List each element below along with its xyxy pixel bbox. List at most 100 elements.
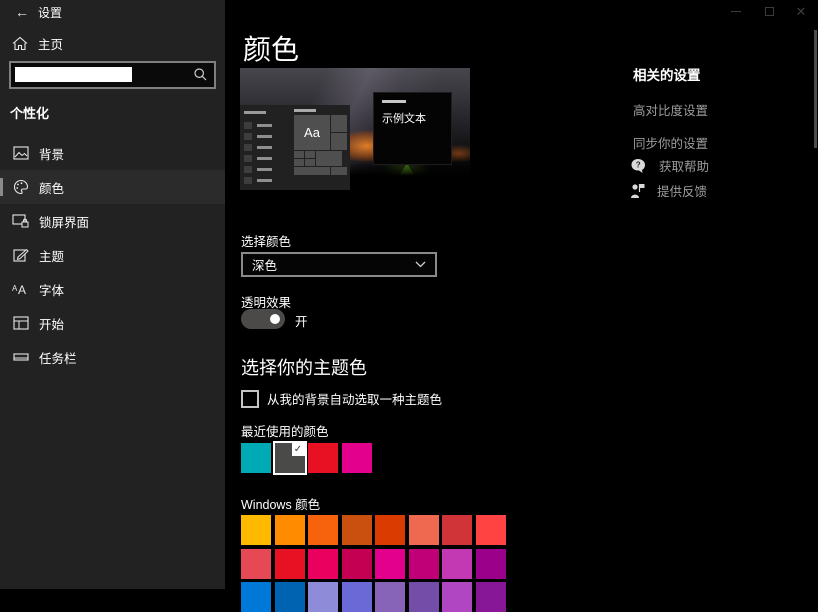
windows-color-swatch[interactable] (241, 582, 271, 612)
recent-color-swatch[interactable] (341, 443, 372, 473)
sidebar-item-start[interactable]: 开始 (0, 306, 225, 340)
sidebar-item-taskbar[interactable]: 任务栏 (0, 340, 225, 374)
sidebar-item-label: 主题 (39, 249, 65, 264)
windows-color-swatch[interactable] (341, 582, 372, 612)
close-button[interactable]: ✕ (785, 0, 817, 22)
recent-colors-label: 最近使用的颜色 (241, 425, 329, 439)
chevron-down-icon (415, 261, 426, 268)
windows-color-swatch[interactable] (475, 548, 506, 579)
related-settings-header: 相关的设置 (633, 68, 701, 83)
auto-accent-checkbox[interactable] (241, 389, 259, 408)
sidebar-item-themes[interactable]: 主题 (0, 238, 225, 272)
recent-colors-row: ✓ (241, 443, 372, 473)
windows-color-swatch[interactable] (442, 548, 472, 579)
accent-section-title: 选择你的主题色 (241, 358, 367, 378)
maximize-icon (764, 6, 774, 16)
colors-palette-icon (12, 179, 29, 196)
high-contrast-link[interactable]: 高对比度设置 (633, 100, 803, 119)
windows-color-swatch[interactable] (475, 515, 506, 545)
toggle-knob (270, 314, 280, 324)
svg-text:?: ? (636, 160, 641, 169)
selected-check-icon: ✓ (291, 443, 305, 456)
minimize-button[interactable] (720, 0, 752, 22)
color-mode-dropdown[interactable]: 深色 (241, 252, 437, 277)
windows-color-swatch[interactable] (308, 515, 338, 545)
windows-color-swatch[interactable] (241, 515, 271, 545)
color-mode-label: 选择颜色 (241, 235, 292, 249)
app-title: 设置 (38, 6, 63, 20)
fonts-icon: AA (12, 281, 29, 298)
back-button[interactable]: ← (10, 2, 34, 22)
sidebar-item-label: 颜色 (39, 181, 65, 196)
sidebar-item-home[interactable]: 主页 (0, 30, 225, 56)
page-title: 颜色 (243, 34, 300, 65)
search-icon[interactable] (193, 67, 208, 82)
search-redacted-text (15, 67, 132, 82)
windows-color-swatch[interactable] (308, 582, 338, 612)
sync-settings-link[interactable]: 同步你的设置 (633, 133, 803, 152)
theme-preview-image: Aa 示例文本 (240, 68, 470, 190)
sidebar-section-header: 个性化 (10, 106, 50, 121)
windows-color-swatch[interactable] (442, 582, 472, 612)
maximize-button[interactable] (753, 0, 785, 22)
windows-color-swatch[interactable] (241, 548, 271, 579)
windows-color-swatch[interactable] (375, 582, 405, 612)
sidebar-home-label: 主页 (38, 37, 64, 52)
get-help-label: 获取帮助 (659, 160, 710, 174)
recent-color-swatch[interactable]: ✓ (274, 443, 305, 473)
sidebar-item-colors[interactable]: 颜色 (0, 170, 225, 204)
windows-color-swatch[interactable] (341, 515, 372, 545)
sidebar-item-label: 任务栏 (39, 351, 77, 366)
svg-text:A: A (18, 283, 26, 296)
recent-color-swatch[interactable] (308, 443, 338, 473)
sidebar-item-label: 背景 (39, 147, 65, 162)
preview-mini-window: Aa (240, 105, 350, 190)
search-input[interactable] (9, 61, 216, 89)
recent-color-swatch[interactable] (241, 443, 271, 473)
sidebar: ← 设置 主页 个性化 背景 颜色 锁屏界面 主题 A A 字体 开始 任务栏 (0, 0, 225, 589)
start-icon (12, 315, 29, 332)
windows-color-swatch[interactable] (408, 515, 439, 545)
background-image-icon (12, 145, 29, 162)
get-help-icon: ? (630, 158, 647, 174)
sidebar-item-label: 锁屏界面 (39, 215, 90, 230)
sidebar-item-lockscreen[interactable]: 锁屏界面 (0, 204, 225, 238)
windows-color-swatch[interactable] (408, 582, 439, 612)
feedback-label: 提供反馈 (657, 185, 708, 199)
preview-nav-skeleton (244, 111, 272, 188)
scrollbar-thumb[interactable] (814, 30, 817, 148)
windows-color-swatch[interactable] (341, 548, 372, 579)
sidebar-item-background[interactable]: 背景 (0, 136, 225, 170)
windows-color-swatch[interactable] (375, 548, 405, 579)
taskbar-icon (12, 349, 29, 366)
color-mode-value: 深色 (252, 259, 278, 273)
auto-accent-row: 从我的背景自动选取一种主题色 (241, 389, 442, 408)
minimize-icon (731, 10, 741, 12)
feedback-icon (630, 183, 645, 199)
lock-screen-icon (12, 213, 29, 230)
windows-color-swatch[interactable] (274, 515, 305, 545)
close-icon: ✕ (795, 3, 807, 19)
transparency-toggle[interactable] (241, 309, 285, 329)
windows-color-swatch[interactable] (375, 515, 405, 545)
sample-text: 示例文本 (382, 113, 426, 125)
windows-color-swatch[interactable] (408, 548, 439, 579)
windows-colors-grid (241, 515, 506, 612)
windows-color-swatch[interactable] (274, 582, 305, 612)
windows-color-swatch[interactable] (475, 582, 506, 612)
sidebar-item-label: 字体 (39, 283, 65, 298)
sidebar-nav: 背景 颜色 锁屏界面 主题 AA 字体 开始 任务栏 (0, 136, 225, 374)
get-help-link[interactable]: ? 获取帮助 (630, 156, 709, 175)
preview-tiles: Aa (294, 109, 347, 175)
popup-title-bar (382, 100, 406, 103)
windows-colors-label: Windows 颜色 (241, 498, 321, 512)
auto-accent-label: 从我的背景自动选取一种主题色 (267, 393, 443, 407)
windows-color-swatch[interactable] (442, 515, 472, 545)
feedback-link[interactable]: 提供反馈 (630, 181, 707, 200)
sidebar-item-fonts[interactable]: AA 字体 (0, 272, 225, 306)
sidebar-item-label: 开始 (39, 317, 65, 332)
windows-color-swatch[interactable] (308, 548, 338, 579)
windows-color-swatch[interactable] (274, 548, 305, 579)
related-settings: 相关的设置 高对比度设置 同步你的设置 (633, 64, 803, 152)
home-icon (12, 36, 28, 51)
